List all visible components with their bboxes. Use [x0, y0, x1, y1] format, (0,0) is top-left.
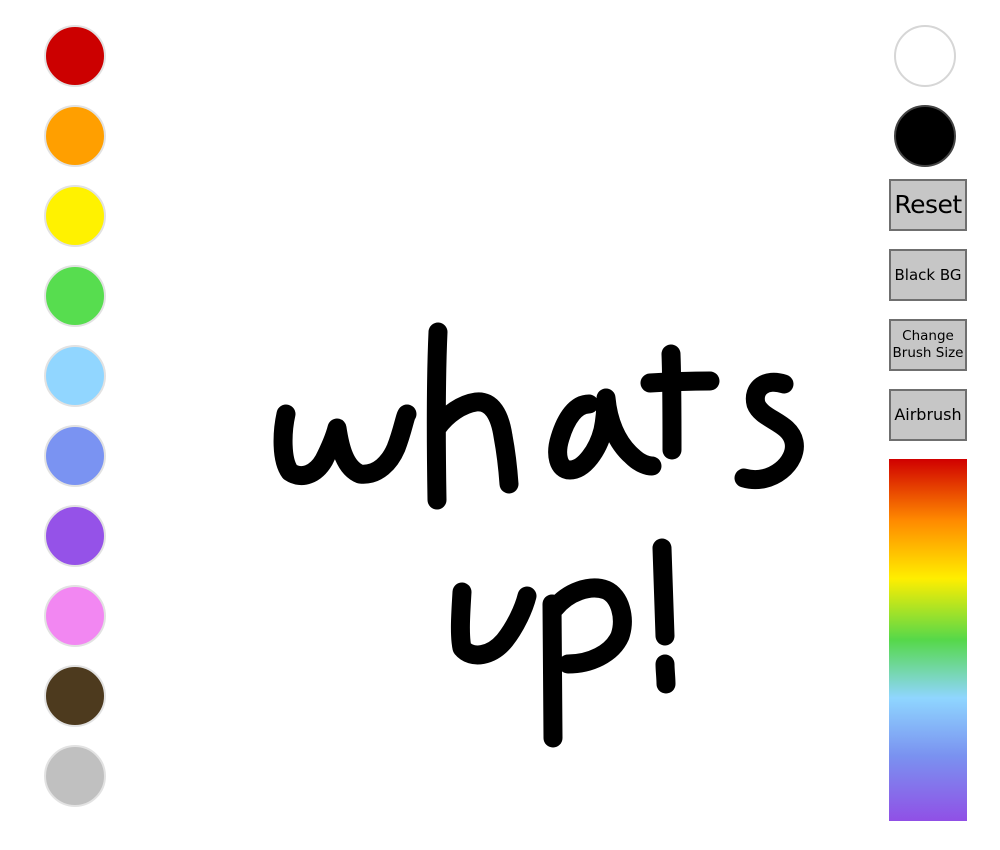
stroke-t-bar: [640, 371, 720, 393]
color-palette: [0, 0, 150, 850]
airbrush-button[interactable]: Airbrush: [889, 389, 967, 441]
white-color-button[interactable]: [894, 25, 956, 87]
drawn-text: [273, 322, 804, 748]
rainbow-color-picker[interactable]: [889, 459, 967, 821]
black-color-button[interactable]: [894, 105, 956, 167]
freehand-drawing: [273, 322, 804, 748]
stroke-h: [426, 322, 519, 510]
stroke-exclamation-dot: [655, 654, 676, 694]
stroke-p: [542, 578, 632, 748]
swatch-green[interactable]: [44, 265, 106, 327]
swatch-gray[interactable]: [44, 745, 106, 807]
stroke-w: [273, 404, 417, 485]
tool-panel: Reset Black BG Change Brush Size Airbrus…: [870, 0, 1000, 850]
stroke-u: [450, 582, 537, 665]
drawing-canvas[interactable]: [150, 0, 870, 850]
swatch-pink[interactable]: [44, 585, 106, 647]
swatch-purple[interactable]: [44, 505, 106, 567]
swatch-periwinkle[interactable]: [44, 425, 106, 487]
swatch-red[interactable]: [44, 25, 106, 87]
stroke-t-stem: [661, 344, 682, 460]
swatch-light-blue[interactable]: [44, 345, 106, 407]
black-bg-button[interactable]: Black BG: [889, 249, 967, 301]
reset-button[interactable]: Reset: [889, 179, 967, 231]
paint-app: Reset Black BG Change Brush Size Airbrus…: [0, 0, 1000, 850]
stroke-s: [734, 372, 804, 489]
swatch-orange[interactable]: [44, 105, 106, 167]
stroke-a: [548, 388, 662, 480]
change-brush-size-button[interactable]: Change Brush Size: [889, 319, 967, 371]
swatch-brown[interactable]: [44, 665, 106, 727]
swatch-yellow[interactable]: [44, 185, 106, 247]
stroke-exclamation: [652, 538, 675, 646]
